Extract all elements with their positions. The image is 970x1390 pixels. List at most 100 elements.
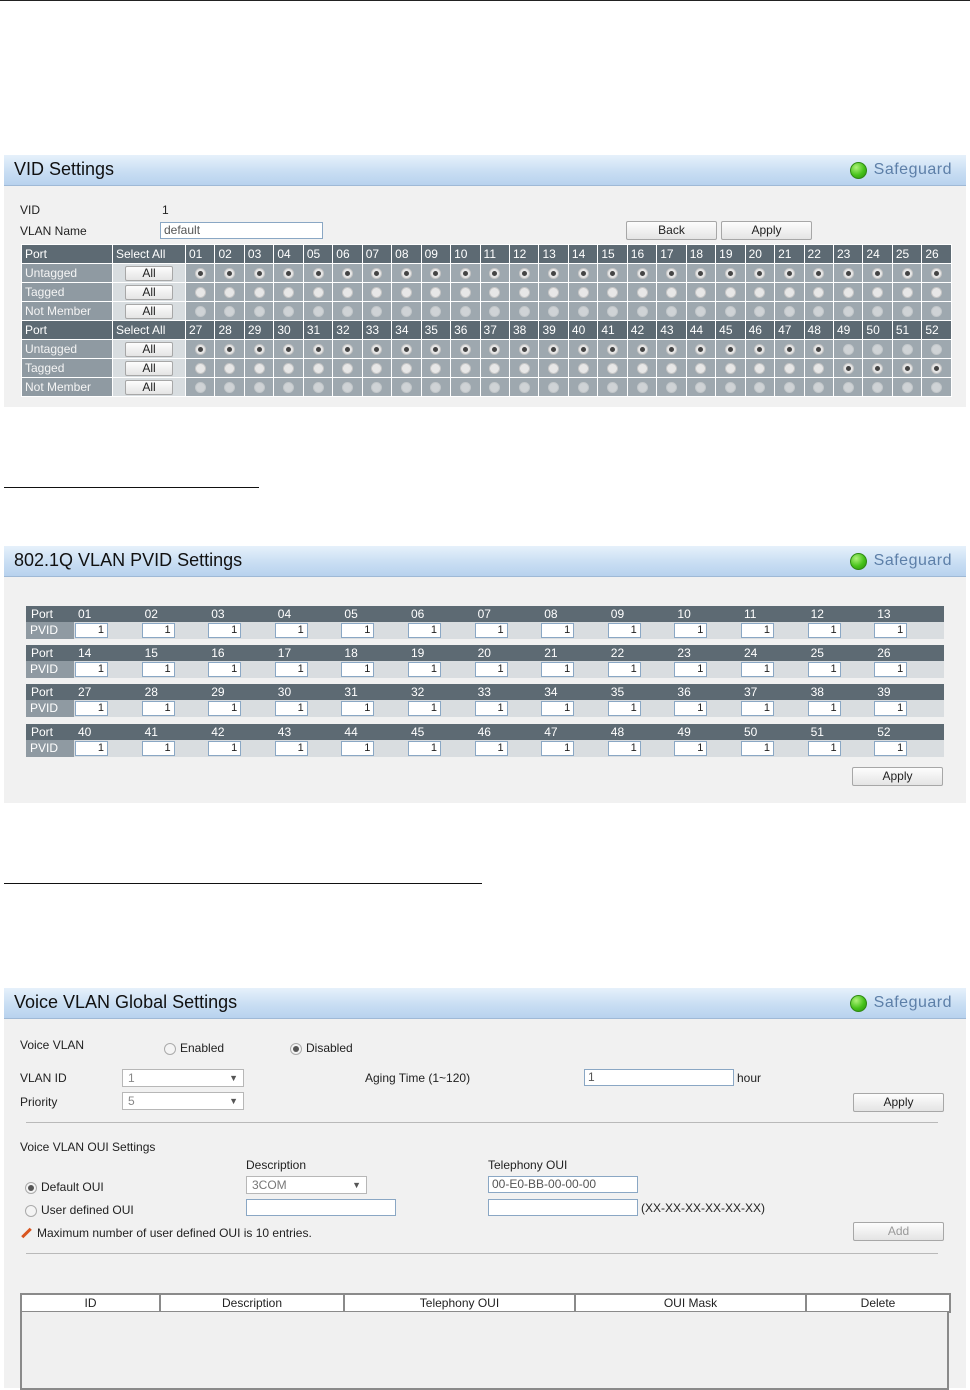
pvid-input[interactable]: 1 [807,701,841,716]
pvid-input[interactable]: 1 [474,741,508,756]
membership-radio[interactable] [548,363,560,375]
membership-radio[interactable] [636,363,648,375]
membership-radio[interactable] [224,306,236,318]
membership-radio[interactable] [665,363,677,375]
membership-radio[interactable] [194,363,206,375]
membership-radio[interactable] [577,344,589,356]
membership-radio[interactable] [312,344,324,356]
membership-radio[interactable] [341,306,353,318]
pvid-input[interactable]: 1 [208,741,242,756]
membership-radio[interactable] [312,268,324,280]
priority-select[interactable]: 5 ▼ [122,1092,244,1110]
membership-radio[interactable] [724,344,736,356]
pvid-input[interactable]: 1 [674,701,708,716]
pvid-input[interactable]: 1 [208,623,242,638]
membership-radio[interactable] [931,382,943,394]
membership-radio[interactable] [518,287,530,299]
pvid-input[interactable]: 1 [874,623,908,638]
disabled-radio[interactable] [290,1042,302,1055]
membership-radio[interactable] [665,306,677,318]
membership-radio[interactable] [724,287,736,299]
description-select[interactable]: 3COM ▼ [246,1176,367,1194]
membership-radio[interactable] [400,268,412,280]
membership-radio[interactable] [695,287,707,299]
membership-radio[interactable] [695,363,707,375]
membership-radio[interactable] [842,287,854,299]
membership-radio[interactable] [931,306,943,318]
pvid-input[interactable]: 1 [541,662,575,677]
membership-radio[interactable] [665,268,677,280]
membership-radio[interactable] [253,287,265,299]
vlan-name-input[interactable]: default [160,222,323,239]
membership-radio[interactable] [695,382,707,394]
select-all-button[interactable]: All [125,304,173,319]
pvid-input[interactable]: 1 [208,662,242,677]
membership-radio[interactable] [194,287,206,299]
pvid-input[interactable]: 1 [274,623,308,638]
membership-radio[interactable] [783,287,795,299]
pvid-input[interactable]: 1 [807,662,841,677]
membership-radio[interactable] [872,382,884,394]
pvid-input[interactable]: 1 [607,701,641,716]
membership-radio[interactable] [901,287,913,299]
membership-radio[interactable] [754,344,766,356]
membership-radio[interactable] [283,344,295,356]
pvid-input[interactable]: 1 [141,741,175,756]
membership-radio[interactable] [754,382,766,394]
membership-radio[interactable] [430,382,442,394]
membership-radio[interactable] [842,344,854,356]
membership-radio[interactable] [430,268,442,280]
membership-radio[interactable] [341,382,353,394]
membership-radio[interactable] [931,344,943,356]
membership-radio[interactable] [341,363,353,375]
membership-radio[interactable] [518,382,530,394]
pvid-input[interactable]: 1 [474,701,508,716]
membership-radio[interactable] [901,363,913,375]
membership-radio[interactable] [754,306,766,318]
membership-radio[interactable] [872,306,884,318]
membership-radio[interactable] [636,344,648,356]
membership-radio[interactable] [724,306,736,318]
membership-radio[interactable] [872,363,884,375]
membership-radio[interactable] [518,306,530,318]
pvid-input[interactable]: 1 [341,741,375,756]
membership-radio[interactable] [842,306,854,318]
default-oui-option[interactable]: Default OUI [25,1180,104,1194]
membership-radio[interactable] [371,306,383,318]
membership-radio[interactable] [931,363,943,375]
user-description-input[interactable] [246,1199,396,1216]
membership-radio[interactable] [518,268,530,280]
membership-radio[interactable] [695,268,707,280]
select-all-button[interactable]: All [125,361,173,376]
membership-radio[interactable] [607,268,619,280]
membership-radio[interactable] [872,268,884,280]
membership-radio[interactable] [400,287,412,299]
membership-radio[interactable] [577,382,589,394]
pvid-input[interactable]: 1 [341,623,375,638]
membership-radio[interactable] [724,382,736,394]
pvid-input[interactable]: 1 [541,623,575,638]
membership-radio[interactable] [577,363,589,375]
pvid-input[interactable]: 1 [674,741,708,756]
membership-radio[interactable] [194,306,206,318]
membership-radio[interactable] [253,306,265,318]
membership-radio[interactable] [665,382,677,394]
pvid-input[interactable]: 1 [474,623,508,638]
membership-radio[interactable] [754,287,766,299]
membership-radio[interactable] [312,382,324,394]
membership-radio[interactable] [341,344,353,356]
membership-radio[interactable] [548,268,560,280]
aging-time-input[interactable]: 1 [584,1069,734,1086]
pvid-input[interactable]: 1 [341,701,375,716]
pvid-input[interactable]: 1 [674,662,708,677]
membership-radio[interactable] [607,382,619,394]
membership-radio[interactable] [665,344,677,356]
membership-radio[interactable] [783,344,795,356]
membership-radio[interactable] [459,363,471,375]
pvid-apply-button[interactable]: Apply [852,767,943,786]
enabled-radio[interactable] [164,1042,176,1055]
pvid-input[interactable]: 1 [741,662,774,677]
membership-radio[interactable] [901,382,913,394]
pvid-input[interactable]: 1 [341,662,375,677]
membership-radio[interactable] [607,363,619,375]
